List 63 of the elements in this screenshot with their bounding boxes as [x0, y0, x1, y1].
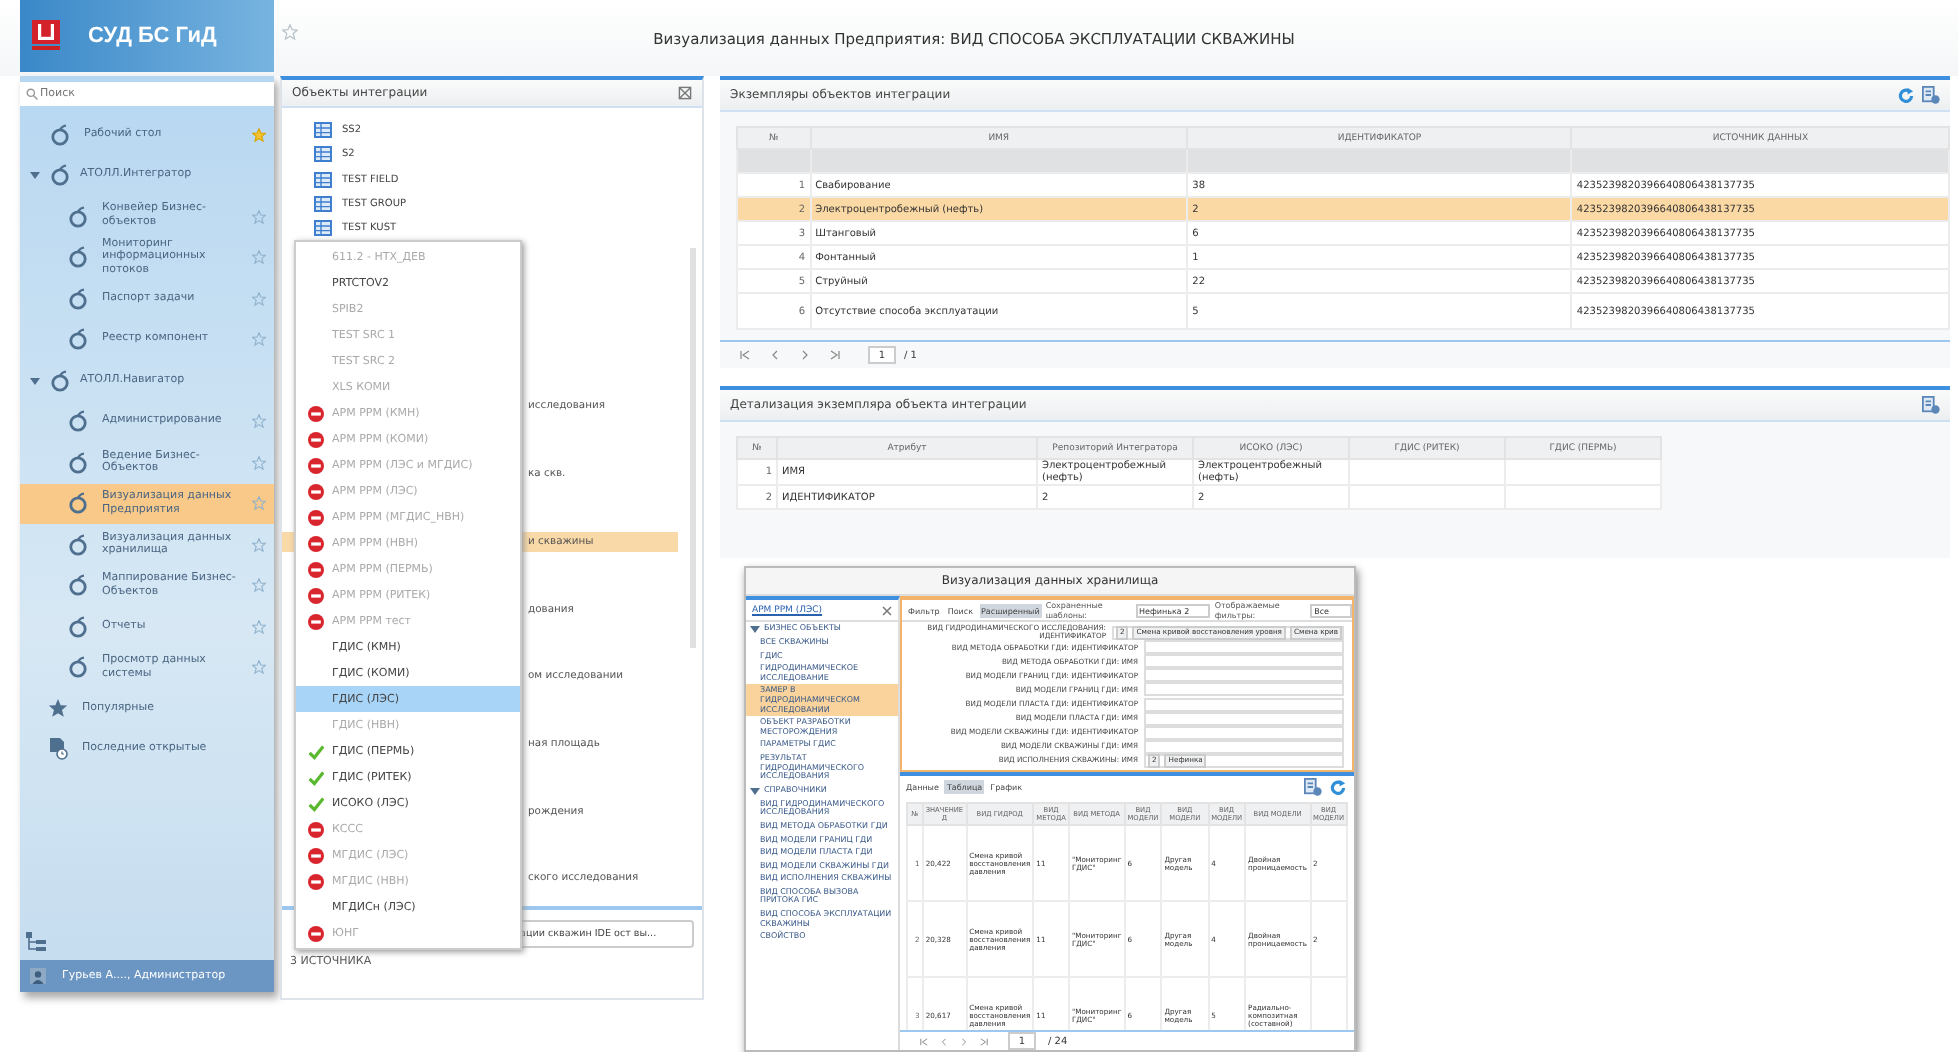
drop-icon	[68, 574, 88, 597]
refresh-icon	[1898, 87, 1914, 103]
error-icon	[307, 847, 323, 863]
filter-select[interactable]	[1144, 640, 1344, 655]
export-icon	[1922, 396, 1940, 414]
filter-select[interactable]	[1144, 682, 1344, 697]
last-page-icon[interactable]	[980, 1037, 988, 1045]
error-icon	[307, 431, 323, 447]
filter-select[interactable]	[1144, 739, 1344, 754]
table-icon	[314, 196, 332, 213]
drop-icon	[68, 205, 88, 228]
drop-icon	[50, 123, 70, 146]
drop-icon	[68, 533, 88, 556]
filter-select[interactable]	[1144, 654, 1344, 669]
error-icon	[307, 587, 323, 603]
hierarchy-icon	[26, 932, 46, 952]
error-icon	[307, 613, 323, 629]
drop-icon	[68, 615, 88, 638]
collapse-icon	[678, 86, 692, 100]
error-icon	[307, 405, 323, 421]
next-page-icon[interactable]	[800, 350, 810, 360]
star-icon	[48, 698, 68, 719]
error-icon	[307, 925, 323, 941]
drop-icon	[68, 451, 88, 474]
filter-select[interactable]	[1144, 697, 1344, 712]
drop-icon	[50, 369, 70, 392]
table-icon	[314, 171, 332, 188]
drop-icon	[68, 246, 88, 269]
export-icon	[1922, 86, 1940, 104]
last-page-icon[interactable]	[830, 350, 840, 360]
user-icon	[30, 968, 46, 984]
export-icon	[1304, 778, 1322, 796]
drop-icon	[68, 492, 88, 515]
previous-page-icon[interactable]	[940, 1037, 948, 1045]
collapse-icon	[882, 605, 892, 615]
table-icon	[314, 220, 332, 237]
document-clock-icon	[48, 738, 68, 761]
logo-icon	[32, 20, 60, 52]
drop-icon	[68, 656, 88, 679]
search-icon	[26, 88, 38, 100]
error-icon	[307, 821, 323, 837]
filter-select[interactable]	[1144, 725, 1344, 740]
error-icon	[307, 509, 323, 525]
drop-icon	[50, 164, 70, 187]
table-icon	[314, 146, 332, 163]
refresh-icon	[1330, 779, 1346, 795]
table-icon	[314, 122, 332, 139]
error-icon	[307, 535, 323, 551]
first-page-icon[interactable]	[920, 1037, 928, 1045]
error-icon	[307, 561, 323, 577]
filter-select[interactable]	[1144, 668, 1344, 683]
star-icon	[282, 24, 298, 40]
previous-page-icon[interactable]	[770, 350, 780, 360]
next-page-icon[interactable]	[960, 1037, 968, 1045]
drop-icon	[68, 287, 88, 310]
filter-select[interactable]	[1144, 711, 1344, 726]
app-title: СУД БС ГиД	[88, 24, 217, 48]
error-icon	[307, 457, 323, 473]
drop-icon	[68, 328, 88, 351]
error-icon	[307, 483, 323, 499]
error-icon	[307, 873, 323, 889]
drop-icon	[68, 410, 88, 433]
first-page-icon[interactable]	[740, 350, 750, 360]
